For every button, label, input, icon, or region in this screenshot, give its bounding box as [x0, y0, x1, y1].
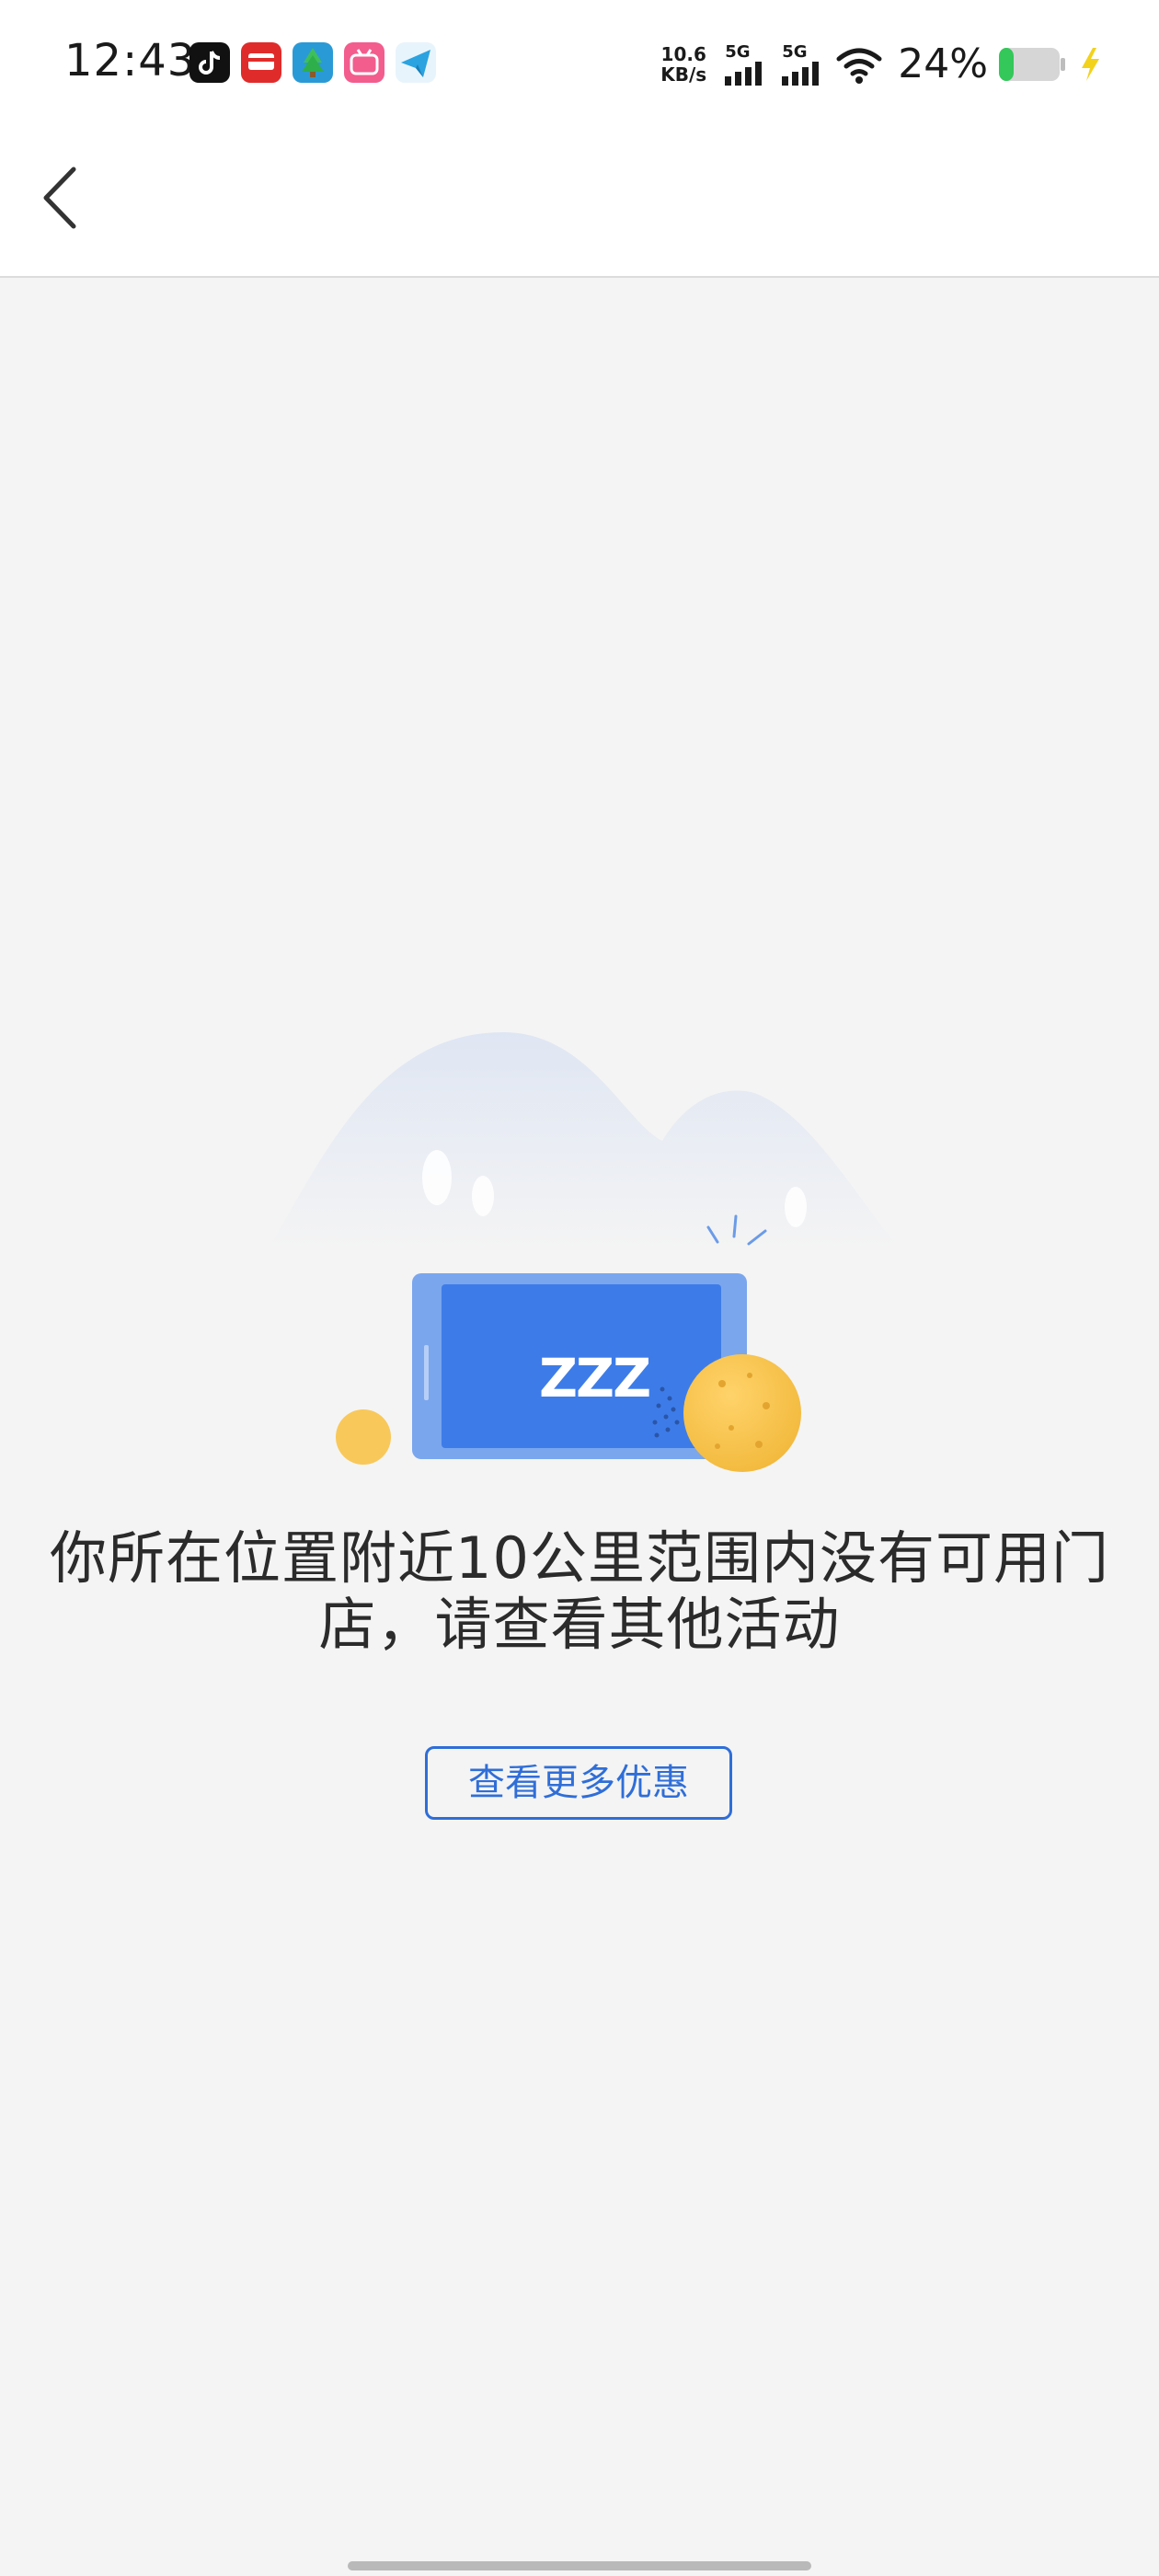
tiktok-icon	[189, 42, 230, 83]
chevron-left-icon	[43, 167, 76, 229]
empty-state-message-line2: 店，请查看其他活动	[318, 1591, 841, 1658]
network-speed: 10.6 KB/s	[660, 44, 706, 85]
network-speed-unit: KB/s	[660, 63, 707, 86]
view-more-offers-button[interactable]: 查看更多优惠	[425, 1746, 732, 1820]
status-time: 12:43	[64, 35, 197, 86]
notification-icons	[189, 42, 436, 83]
home-indicator[interactable]	[348, 2561, 811, 2570]
back-button[interactable]	[28, 156, 101, 239]
charging-bolt-icon	[1082, 48, 1099, 81]
wifi-icon	[836, 48, 882, 84]
sim1-network-type: 5G	[725, 42, 751, 62]
network-speed-value: 10.6	[660, 43, 706, 65]
battery-icon	[999, 48, 1065, 81]
empty-state-message-line1: 你所在位置附近10公里范围内没有可用门	[50, 1524, 1109, 1592]
sim2-signal: 5G	[782, 43, 822, 86]
signal-bars-icon	[782, 62, 820, 86]
navigation-bar	[0, 129, 1159, 278]
empty-state-illustration: ZZZ	[258, 1012, 920, 1490]
telegram-icon	[396, 42, 436, 83]
coin-small	[336, 1409, 391, 1465]
sim1-signal: 5G	[725, 43, 765, 86]
battery-percent: 24%	[898, 40, 988, 87]
sim2-network-type: 5G	[782, 42, 808, 62]
unionpay-icon	[241, 42, 281, 83]
tree-app-icon	[293, 42, 333, 83]
coin-large	[683, 1354, 801, 1472]
mountain-background	[267, 1031, 901, 1251]
bilibili-icon	[344, 42, 384, 83]
empty-state-message: 你所在位置附近10公里范围内没有可用门 店，请查看其他活动	[18, 1525, 1141, 1658]
signal-bars-icon	[725, 62, 763, 86]
status-indicators: 10.6 KB/s 5G 5G 24%	[660, 37, 1104, 92]
sleep-zzz-text: ZZZ	[539, 1347, 649, 1409]
status-bar: 12:43 10.6 KB/s 5G 5G 24%	[0, 0, 1159, 129]
